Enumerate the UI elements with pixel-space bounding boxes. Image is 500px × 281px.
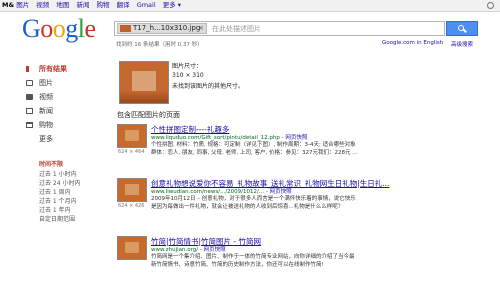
top-nav-shopping[interactable]: 购物 (97, 1, 110, 9)
result-image-dimensions: 624 × 426 (118, 203, 145, 209)
sidebar-more[interactable]: 更多 (26, 132, 106, 146)
top-nav-news[interactable]: 新闻 (76, 1, 89, 9)
shopping-icon (26, 122, 33, 128)
search-input[interactable]: T17_h...10x310.jpg × 在此处描述图片 (114, 21, 445, 36)
result-url: www.liquduo.com/Gift_sort/pintu/detail_1… (151, 135, 308, 141)
top-nav-current: M& (2, 1, 15, 9)
sidebar: 所有结果 图片 视频 新闻 购物 更多 时间不限 过去 1 小时内 过去 24 … (26, 62, 106, 224)
section-title: 包含匹配图片的页面 (117, 111, 180, 119)
all-results-icon (26, 66, 33, 72)
top-nav-images[interactable]: 图片 (16, 1, 29, 9)
close-icon[interactable]: × (198, 24, 204, 33)
camera-icon (26, 80, 33, 86)
top-nav-videos[interactable]: 视频 (36, 1, 49, 9)
image-query-filename: T17_h...10x310.jpg (133, 24, 201, 32)
result-snippet: 2009年10月12日 – 创意礼物，对于很多人而言是一个满怀快乐着的事情，说它… (151, 196, 356, 210)
image-size-value: 310 × 310 (172, 71, 204, 79)
top-nav-translate[interactable]: 翻译 (117, 1, 130, 9)
time-filter-heading[interactable]: 时间不限 (26, 160, 106, 170)
result-snippet: 个性拼图. 材料：竹质, 规格：可定制（详见下图）, 制作周期：3-4天; 适合… (151, 142, 358, 156)
google-in-english-link[interactable]: Google.com in English (382, 40, 443, 46)
news-icon (26, 108, 33, 114)
image-query-chip[interactable]: T17_h...10x310.jpg × (117, 23, 207, 34)
top-nav-maps[interactable]: 地图 (56, 1, 69, 9)
result-url: www.zhujian.org/ - 网页快照 (151, 247, 226, 253)
time-filter-hour[interactable]: 过去 1 小时内 (26, 170, 106, 179)
gear-icon[interactable] (487, 2, 494, 9)
result-thumbnail[interactable] (117, 236, 147, 260)
google-logo[interactable]: Google (22, 14, 96, 44)
time-filter-week[interactable]: 过去 1 周内 (26, 188, 106, 197)
time-filter-month[interactable]: 过去 1 个月内 (26, 197, 106, 206)
result-thumbnail[interactable] (117, 178, 147, 202)
result-image-dimensions: 624 × 464 (118, 149, 145, 155)
top-nav-bar: M& 图片 视频 地图 新闻 购物 翻译 Gmail 更多 ▾ (0, 0, 500, 12)
top-nav-more[interactable]: 更多 ▾ (163, 1, 181, 9)
top-nav-gmail[interactable]: Gmail (137, 1, 156, 9)
sidebar-item-shopping[interactable]: 购物 (26, 118, 106, 132)
advanced-search-link[interactable]: 高级搜索 (451, 40, 473, 48)
result-snippet: 竹简网是一个集介绍、图片、制作于一体的竹简专业网站，向你详细的介绍了当今最 新竹简… (151, 254, 355, 268)
time-filter-custom[interactable]: 自定日期范围 (26, 215, 106, 224)
search-button[interactable] (446, 21, 478, 36)
sidebar-item-all-results[interactable]: 所有结果 (26, 62, 106, 76)
query-image-thumbnail[interactable] (119, 61, 169, 104)
sidebar-item-videos[interactable]: 视频 (26, 90, 106, 104)
result-stats: 找到约 16 条结果（用时 0.37 秒） (116, 42, 203, 48)
video-icon (26, 94, 33, 100)
time-filter-24h[interactable]: 过去 24 小时内 (26, 179, 106, 188)
search-placeholder: 在此处描述图片 (212, 25, 261, 33)
time-filter-year[interactable]: 过去 1 年内 (26, 206, 106, 215)
image-size-label: 图片尺寸： (172, 63, 203, 70)
sidebar-item-news[interactable]: 新闻 (26, 104, 106, 118)
sidebar-item-images[interactable]: 图片 (26, 76, 106, 90)
no-other-sizes-text: 未找到该图片的其他尺寸。 (172, 83, 245, 90)
query-thumbnail (120, 25, 131, 32)
result-thumbnail[interactable] (117, 124, 147, 148)
result-url: www.liwudian.com/news/.../2009/1012/... … (151, 189, 292, 195)
